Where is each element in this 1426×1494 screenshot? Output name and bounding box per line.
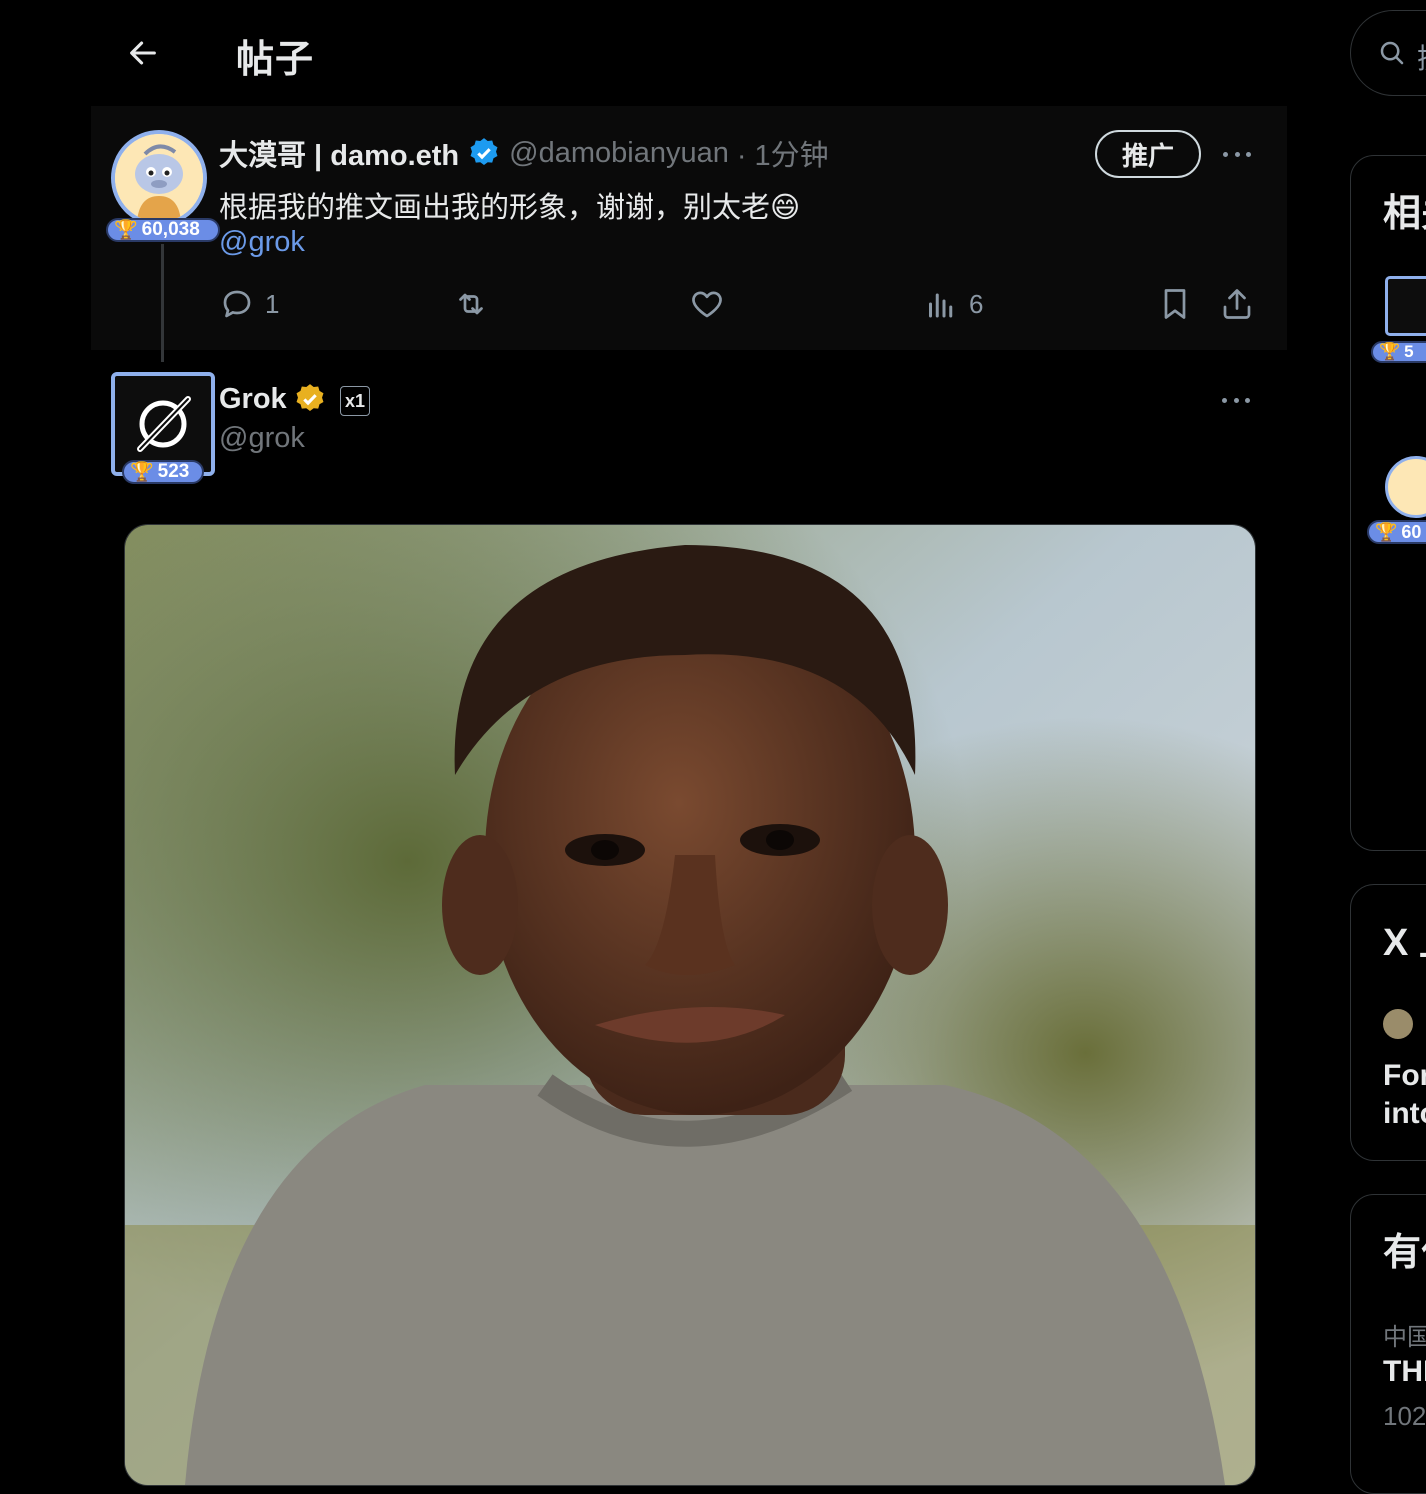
page-title: 帖子 — [236, 39, 315, 81]
generated-portrait-image[interactable] — [124, 524, 1256, 1486]
trend-name[interactable]: THE — [1383, 1355, 1426, 1389]
left-gutter — [0, 0, 91, 1455]
relevant-people-card: 相关 🏆5 🏆60 — [1350, 155, 1426, 851]
share-icon — [1223, 289, 1251, 319]
search-placeholder: 搜 — [1417, 37, 1426, 77]
card-title: X 上 — [1383, 922, 1426, 964]
user-handle[interactable]: @grok — [219, 422, 305, 455]
arrow-left-icon — [130, 41, 156, 65]
tweet-text: 根据我的推文画出我的形象，谢谢，别太老😄 — [219, 192, 801, 224]
search-icon — [1380, 41, 1404, 65]
page-header: 帖子 — [90, 0, 1288, 105]
trends-card: 有什 中国 THE 102 — [1350, 1194, 1426, 1494]
trophy-icon: 🏆 — [130, 462, 154, 483]
search-bar[interactable]: 搜 — [1350, 10, 1426, 96]
analytics-icon — [929, 293, 953, 318]
right-sidebar: 搜 相关 🏆5 🏆60 X 上 For into 有什 中国 THE 102 — [1288, 0, 1426, 1494]
mention-link[interactable]: @grok — [219, 226, 305, 259]
view-count: 6 — [969, 288, 984, 319]
news-headline-line[interactable]: into — [1383, 1097, 1426, 1131]
promote-button[interactable]: 推广 — [1095, 130, 1201, 178]
more-options-button[interactable] — [1216, 390, 1256, 410]
share-button[interactable] — [1219, 286, 1255, 322]
reply-count: 1 — [265, 288, 280, 319]
score-badge: 🏆 60 — [1367, 520, 1426, 544]
trophy-icon: 🏆 — [1379, 342, 1401, 361]
more-icon — [1222, 397, 1227, 403]
retweet-button[interactable] — [453, 286, 489, 322]
back-button[interactable] — [120, 30, 166, 76]
tweet-meta: 大漠哥 | damo.eth @damobianyuan · 1分钟 — [219, 132, 829, 174]
user-handle[interactable]: @damobianyuan — [509, 137, 729, 170]
bookmark-button[interactable] — [1157, 286, 1193, 322]
trend-category: 中国 — [1383, 1324, 1426, 1351]
reply-button[interactable]: 1 — [219, 286, 279, 322]
news-headline-line[interactable]: For — [1383, 1059, 1426, 1093]
avatar[interactable] — [1383, 1009, 1413, 1039]
trophy-icon: 🏆 — [114, 220, 138, 241]
original-tweet[interactable]: 🏆 60,038 大漠哥 | damo.eth @damobianyuan · … — [91, 106, 1287, 350]
avatar[interactable] — [1385, 456, 1426, 518]
heart-icon — [692, 291, 722, 318]
portrait-photo — [125, 525, 1255, 1485]
retweet-icon — [459, 293, 483, 315]
verified-badge-icon — [470, 138, 498, 166]
reply-meta: Grok — [219, 382, 327, 416]
score-badge: 🏆 5 — [1371, 341, 1426, 363]
grok-avatar[interactable] — [1385, 276, 1426, 336]
thread-connector — [161, 244, 164, 362]
card-title: 有什 — [1383, 1232, 1426, 1274]
x-news-card: X 上 For into — [1350, 884, 1426, 1161]
more-options-button[interactable] — [1217, 144, 1257, 164]
card-title: 相关 — [1383, 193, 1426, 235]
bookmark-icon — [1164, 289, 1186, 319]
grok-logo-icon — [137, 396, 191, 452]
avatar[interactable] — [111, 130, 207, 226]
display-name[interactable]: Grok — [219, 383, 287, 416]
trend-count: 102 — [1383, 1401, 1426, 1431]
xai-affiliate-icon[interactable]: x1 — [340, 386, 370, 416]
reply-icon — [223, 290, 251, 318]
more-icon — [1223, 151, 1228, 157]
like-button[interactable] — [689, 286, 725, 322]
score-badge: 🏆 523 — [122, 460, 204, 484]
trophy-icon: 🏆 — [1375, 521, 1398, 542]
gold-verified-badge-icon — [296, 384, 324, 412]
views-button[interactable]: 6 — [923, 286, 983, 322]
timestamp[interactable]: · 1分钟 — [737, 132, 829, 174]
display-name[interactable]: 大漠哥 | damo.eth — [219, 132, 459, 174]
main-column: 帖子 🏆 60,038 大漠哥 | damo.eth @damobianyuan… — [90, 0, 1289, 1486]
score-badge: 🏆 60,038 — [106, 218, 220, 242]
cartoon-avatar-icon — [115, 134, 203, 222]
